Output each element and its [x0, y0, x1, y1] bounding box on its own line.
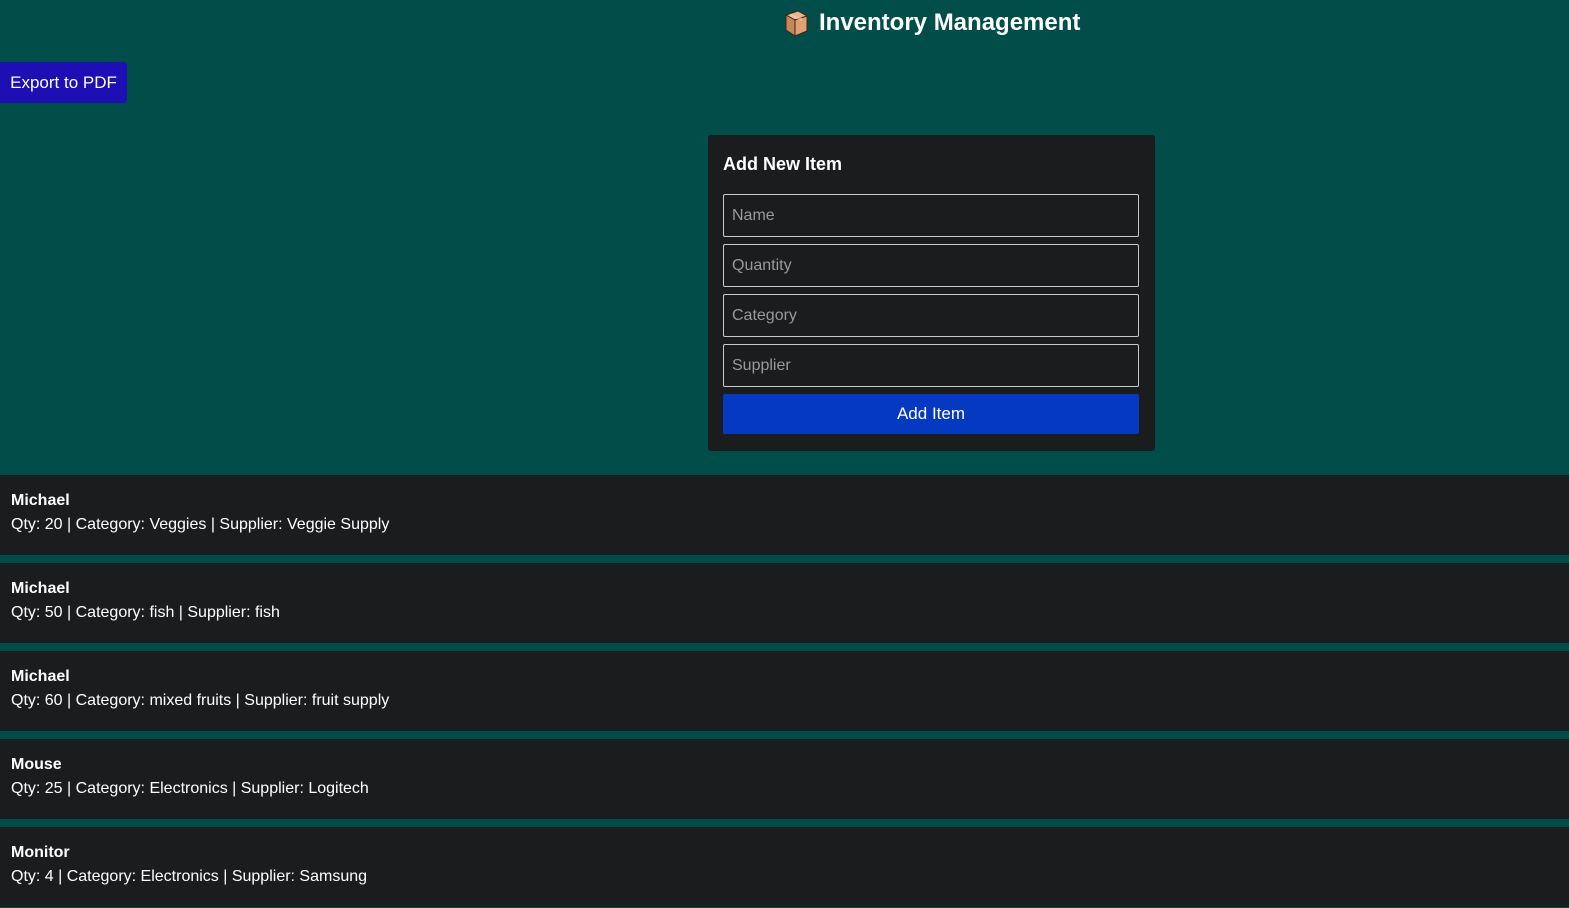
add-item-button[interactable]: Add Item: [723, 394, 1139, 434]
list-item: Michael Qty: 60 | Category: mixed fruits…: [0, 651, 1569, 731]
package-box-icon: [782, 8, 810, 38]
name-input[interactable]: [723, 194, 1139, 237]
inventory-page: Inventory Management Export to PDF Add N…: [0, 0, 1569, 908]
category-input[interactable]: [723, 294, 1139, 337]
title-group: Inventory Management: [782, 6, 1080, 40]
form-title: Add New Item: [723, 154, 843, 174]
page-header: Inventory Management: [0, 0, 1569, 46]
list-item: Mouse Qty: 25 | Category: Electronics | …: [0, 739, 1569, 819]
list-item: Michael Qty: 20 | Category: Veggies | Su…: [0, 475, 1569, 555]
item-name: Monitor: [11, 844, 70, 861]
item-details: Qty: 60 | Category: mixed fruits | Suppl…: [11, 692, 390, 709]
item-name: Michael: [11, 492, 70, 509]
export-pdf-button[interactable]: Export to PDF: [0, 62, 127, 103]
supplier-input[interactable]: [723, 344, 1139, 387]
add-item-form: Add New Item Add Item: [708, 135, 1155, 451]
item-details: Qty: 20 | Category: Veggies | Supplier: …: [11, 516, 390, 533]
item-name: Mouse: [11, 756, 62, 773]
item-details: Qty: 4 | Category: Electronics | Supplie…: [11, 868, 368, 885]
page-title: Inventory Management: [819, 9, 1081, 36]
item-details: Qty: 50 | Category: fish | Supplier: fis…: [11, 604, 280, 621]
item-name: Michael: [11, 580, 70, 597]
list-item: Michael Qty: 50 | Category: fish | Suppl…: [0, 563, 1569, 643]
inventory-list: Michael Qty: 20 | Category: Veggies | Su…: [0, 475, 1569, 908]
list-item: Monitor Qty: 4 | Category: Electronics |…: [0, 827, 1569, 907]
item-name: Michael: [11, 668, 70, 685]
quantity-input[interactable]: [723, 244, 1139, 287]
item-details: Qty: 25 | Category: Electronics | Suppli…: [11, 780, 369, 797]
